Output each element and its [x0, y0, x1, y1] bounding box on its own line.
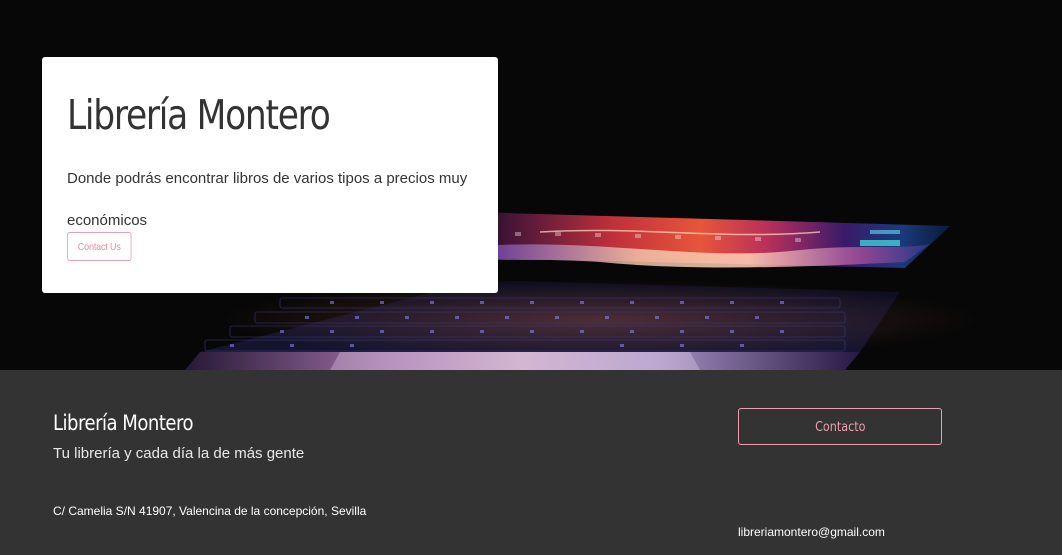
footer: Librería Montero Tu librería y cada día … — [0, 370, 1062, 555]
footer-address: C/ Camelia S/N 41907, Valencina de la co… — [53, 504, 367, 518]
page: Librería Montero Donde podrás encontrar … — [0, 0, 1062, 555]
footer-email[interactable]: libreriamontero@gmail.com — [738, 524, 885, 540]
hero-section: Librería Montero Donde podrás encontrar … — [0, 0, 1062, 370]
contacto-button-label: Contacto — [814, 420, 866, 435]
hero-card: Librería Montero Donde podrás encontrar … — [42, 57, 498, 293]
hero-description: Donde podrás encontrar libros de varios … — [67, 170, 468, 229]
footer-title: Librería Montero — [53, 411, 194, 435]
contact-us-button[interactable]: Contact Us — [67, 232, 132, 261]
footer-tagline: Tu librería y cada día la de más gente — [53, 445, 305, 462]
contacto-button[interactable]: Contacto — [738, 408, 942, 445]
hero-title: Librería Montero — [67, 91, 331, 139]
